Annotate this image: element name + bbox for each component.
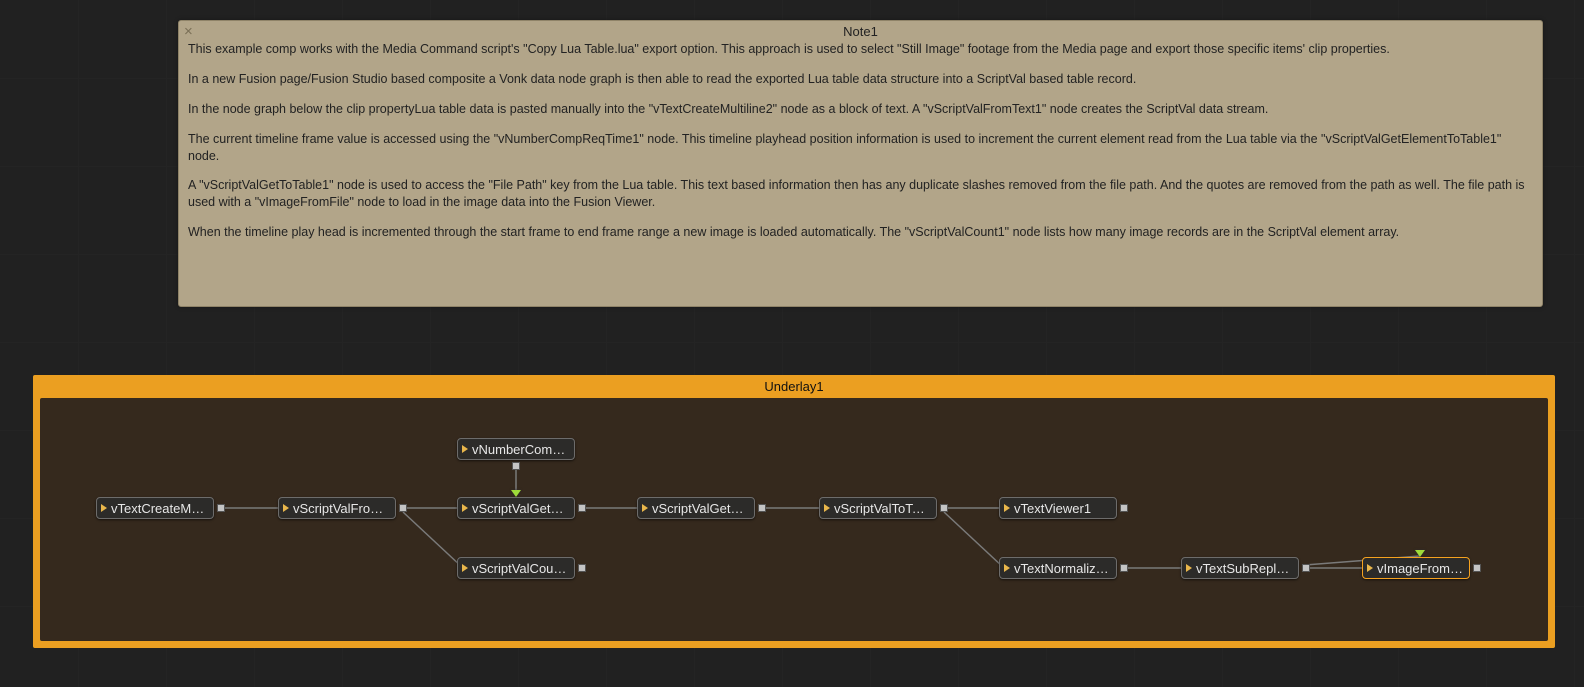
node-vscriptvaltotext[interactable]: vScriptValToText1 [819, 497, 937, 519]
underlay-inner [40, 398, 1548, 641]
output-port-icon[interactable] [512, 462, 520, 470]
note-paragraph: The current timeline frame value is acce… [188, 131, 1534, 165]
note-paragraph: When the timeline play head is increment… [188, 224, 1534, 241]
node-vtextcreatemultiline[interactable]: vTextCreateMultili... [96, 497, 214, 519]
top-input-icon[interactable] [511, 490, 521, 497]
input-triangle-icon [1004, 504, 1010, 512]
input-triangle-icon [283, 504, 289, 512]
output-port-icon[interactable] [217, 504, 225, 512]
node-label: vNumberCompReq... [472, 442, 568, 457]
output-port-icon[interactable] [1302, 564, 1310, 572]
node-vtextsubreplace[interactable]: vTextSubReplace1 [1181, 557, 1299, 579]
note-paragraph: This example comp works with the Media C… [188, 41, 1534, 58]
node-label: vTextSubReplace1 [1196, 561, 1292, 576]
node-label: vScriptValToText1 [834, 501, 930, 516]
close-icon[interactable]: × [184, 24, 193, 39]
node-vscriptvalgettotable[interactable]: vScriptValGetToTa... [637, 497, 755, 519]
input-triangle-icon [642, 504, 648, 512]
output-port-icon[interactable] [1473, 564, 1481, 572]
underlay-title: Underlay1 [33, 375, 1555, 399]
input-triangle-icon [1367, 564, 1373, 572]
node-label: vScriptValGetToTa... [652, 501, 748, 516]
node-label: vImageFromFile1 [1377, 561, 1463, 576]
output-port-icon[interactable] [758, 504, 766, 512]
output-port-icon[interactable] [1120, 504, 1128, 512]
note-paragraph: A "vScriptValGetToTable1" node is used t… [188, 177, 1534, 211]
note-title: Note1 [187, 23, 1534, 39]
input-triangle-icon [101, 504, 107, 512]
input-triangle-icon [824, 504, 830, 512]
note-paragraph: In a new Fusion page/Fusion Studio based… [188, 71, 1534, 88]
node-label: vTextViewer1 [1014, 501, 1110, 516]
input-triangle-icon [462, 504, 468, 512]
output-port-icon[interactable] [578, 564, 586, 572]
node-label: vScriptValFromText1 [293, 501, 389, 516]
node-vtextnormalizeslashes[interactable]: vTextNormalizeSla... [999, 557, 1117, 579]
node-label: vTextCreateMultili... [111, 501, 207, 516]
note-panel[interactable]: × Note1 This example comp works with the… [178, 20, 1543, 307]
note-body: This example comp works with the Media C… [187, 39, 1534, 241]
underlay-group[interactable]: Underlay1 [33, 375, 1555, 648]
input-triangle-icon [1186, 564, 1192, 572]
node-label: vScriptValCount1 [472, 561, 568, 576]
node-label: vScriptValGetElem... [472, 501, 568, 516]
node-vscriptvalgetelement[interactable]: vScriptValGetElem... [457, 497, 575, 519]
output-port-icon[interactable] [578, 504, 586, 512]
note-paragraph: In the node graph below the clip propert… [188, 101, 1534, 118]
node-vtextviewer[interactable]: vTextViewer1 [999, 497, 1117, 519]
node-vnumbercompreqtime[interactable]: vNumberCompReq... [457, 438, 575, 460]
node-vscriptvalcount[interactable]: vScriptValCount1 [457, 557, 575, 579]
top-input-icon[interactable] [1415, 550, 1425, 557]
input-triangle-icon [1004, 564, 1010, 572]
node-vscriptvalfromtext[interactable]: vScriptValFromText1 [278, 497, 396, 519]
node-vimagefromfile[interactable]: vImageFromFile1 [1362, 557, 1470, 579]
output-port-icon[interactable] [399, 504, 407, 512]
input-triangle-icon [462, 564, 468, 572]
input-triangle-icon [462, 445, 468, 453]
node-label: vTextNormalizeSla... [1014, 561, 1110, 576]
output-port-icon[interactable] [940, 504, 948, 512]
output-port-icon[interactable] [1120, 564, 1128, 572]
